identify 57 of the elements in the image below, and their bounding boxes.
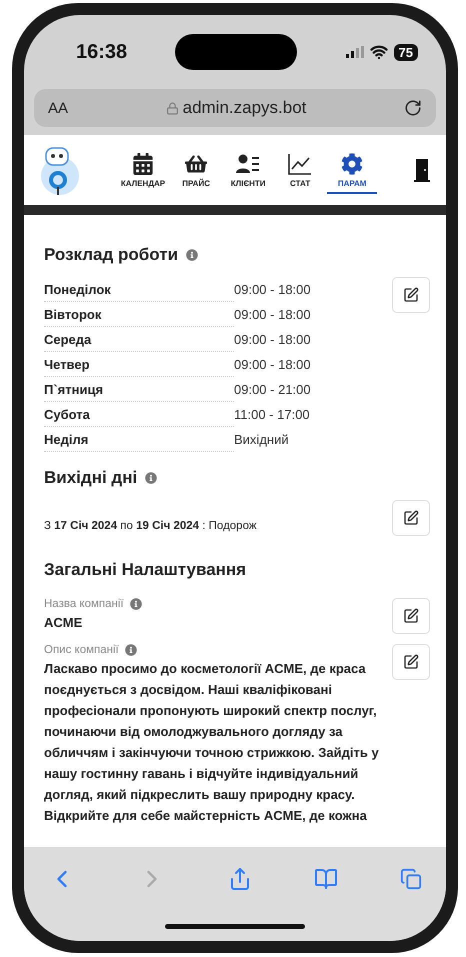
basket-icon: [185, 152, 208, 174]
edit-button[interactable]: [392, 644, 430, 680]
working-hours: 09:00 - 18:00: [234, 281, 312, 299]
edit-icon: [403, 608, 419, 624]
field-value: ACME: [44, 614, 84, 632]
day-name: Вівторок: [44, 302, 234, 327]
working-hours: 09:00 - 18:00: [234, 306, 312, 324]
working-hours: 09:00 - 18:00: [234, 356, 312, 374]
wifi-icon: [370, 43, 388, 61]
tabs-icon[interactable]: [400, 868, 422, 890]
field-label: Опис компанії: [44, 644, 119, 656]
nav-tab[interactable]: СТАТ: [275, 146, 326, 194]
edit-button[interactable]: [392, 277, 430, 313]
status-time: 16:38: [76, 40, 128, 64]
url-text: admin.zapys.bot: [182, 98, 306, 118]
day-name: Субота: [44, 402, 234, 427]
settings-icon: [341, 152, 364, 174]
info-icon[interactable]: [130, 598, 142, 610]
working-hours: 11:00 - 17:00: [234, 406, 311, 424]
lock-icon: [166, 102, 179, 114]
day-name: П`ятниця: [44, 377, 234, 402]
edit-icon: [403, 654, 419, 670]
signal-icon: [346, 46, 364, 58]
day-name: Понеділок: [44, 277, 234, 302]
line-chart-icon: [288, 152, 312, 174]
reload-icon[interactable]: [404, 99, 422, 117]
day-off-period: З 17 Січ 2024 по 19 Січ 2024 : Подорож: [44, 520, 257, 532]
info-icon[interactable]: [124, 644, 137, 656]
edit-icon: [403, 510, 419, 526]
nav-tab[interactable]: ПАРАМ: [327, 146, 378, 194]
edit-button[interactable]: [392, 500, 430, 536]
info-icon[interactable]: [186, 249, 198, 261]
nav-tab[interactable]: КЛІЄНТИ: [223, 146, 274, 194]
day-name: Четвер: [44, 352, 234, 377]
bookmarks-icon[interactable]: [314, 867, 338, 891]
section-title: Вихідні дні: [44, 468, 138, 488]
field-label: Назва компанії: [44, 598, 124, 610]
info-icon[interactable]: [145, 472, 158, 484]
working-hours: 09:00 - 21:00: [234, 381, 312, 399]
calendar-icon: [132, 152, 154, 174]
day-name: Середа: [44, 327, 234, 352]
edit-icon: [403, 287, 419, 303]
contacts-icon: [236, 152, 260, 174]
battery-level: 75: [394, 44, 418, 60]
section-title: Загальні Налаштування: [44, 560, 246, 580]
section-title: Розклад роботи: [44, 245, 178, 265]
door-icon[interactable]: [414, 158, 430, 182]
text-size-button[interactable]: AA: [48, 100, 68, 116]
address-bar[interactable]: AA admin.zapys.bot: [34, 89, 436, 127]
working-hours: 09:00 - 18:00: [234, 331, 312, 349]
field-value: Ласкаво просимо до косметології ACME, де краса поєднується з досвідом. Наші кваліфіковані професіонали пропонують широкий спектр послуг, починаючи від омолоджувального догляду за обличчям і закінчуючи точною стрижкою. Зайдіть у нашу гостинну гавань і відчуйте індивідуальний догляд, який підкреслить вашу природну красу. Відкрийте для себе майстерність ACME, де кожна: [44, 660, 380, 825]
share-icon[interactable]: [228, 867, 252, 891]
nav-tab[interactable]: ПРАЙС: [171, 146, 222, 194]
day-name: Неділя: [44, 427, 234, 452]
nav-tab[interactable]: КАЛЕНДАР: [116, 146, 170, 194]
working-hours: Вихідний: [234, 431, 290, 449]
edit-button[interactable]: [392, 598, 430, 634]
